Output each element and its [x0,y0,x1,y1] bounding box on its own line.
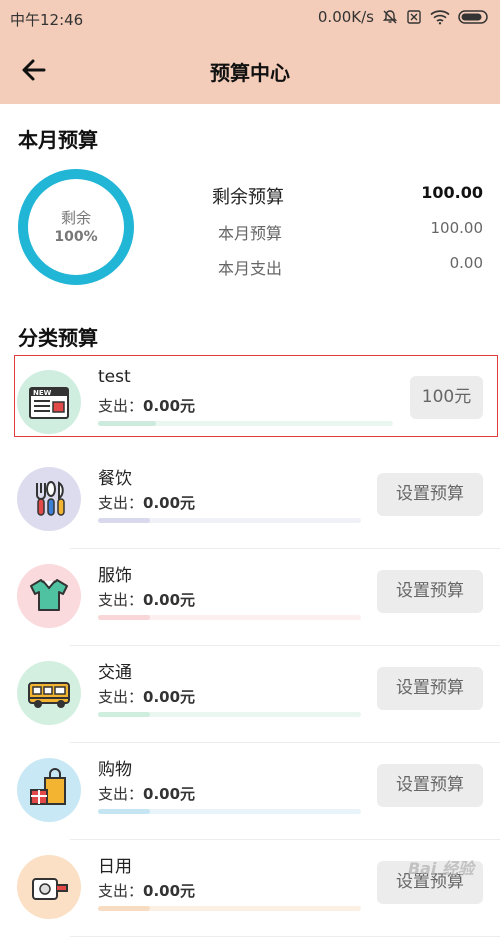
category-progress-track [98,809,361,814]
month-spent-label: 本月支出 [218,255,282,279]
status-bar: 中午12:46 0.00K/s [0,0,500,36]
category-budget-title: 分类预算 [18,322,98,351]
category-spent-label: 支出： [98,882,143,900]
remaining-budget-value: 100.00 [421,183,483,202]
category-row[interactable]: 服饰 支出：0.00元 设置预算 [0,549,500,646]
shopping-bag-icon [17,758,81,822]
category-spent: 支出：0.00元 [98,686,195,707]
set-budget-button[interactable]: 设置预算 [377,570,483,613]
category-spent-value: 0.00元 [143,882,195,900]
category-icon-circle [17,758,81,822]
category-progress-track [98,518,361,523]
cutlery-icon [17,467,81,531]
category-icon-circle [17,661,81,725]
nav-bar: 预算中心 [0,36,500,104]
category-spent: 支出：0.00元 [98,589,195,610]
remaining-budget-label: 剩余预算 [212,183,284,209]
set-budget-button[interactable]: 设置预算 [377,764,483,807]
category-spent-value: 0.00元 [143,591,195,609]
wifi-icon [430,9,450,25]
category-spent-label: 支出： [98,785,143,803]
category-name: 服饰 [98,561,132,586]
daily-goods-icon [17,855,81,919]
category-progress-fill [98,906,150,911]
set-budget-button[interactable]: 设置预算 [377,473,483,516]
month-budget-label: 本月预算 [218,220,282,244]
ring-label: 剩余 [17,207,135,228]
category-spent: 支出：0.00元 [98,880,195,901]
monthly-budget-title: 本月预算 [18,124,98,153]
category-name: 交通 [98,658,132,683]
category-progress-fill [98,615,150,620]
category-spent-label: 支出： [98,494,143,512]
mute-bell-icon [382,9,398,25]
selected-row-highlight [14,355,498,437]
category-progress-fill [98,518,150,523]
category-progress-track [98,712,361,717]
category-icon-circle [17,467,81,531]
status-time: 中午12:46 [10,9,83,30]
category-name: 购物 [98,755,132,780]
bus-icon [17,661,81,725]
battery-icon [458,9,490,25]
network-speed: 0.00K/s [318,8,374,26]
watermark: Bai 经验 [408,855,474,879]
category-row[interactable]: 购物 支出：0.00元 设置预算 [0,743,500,840]
category-progress-track [98,906,361,911]
category-progress-fill [98,809,150,814]
page-title: 预算中心 [0,57,500,86]
category-spent: 支出：0.00元 [98,492,195,513]
category-spent-value: 0.00元 [143,688,195,706]
month-budget-value: 100.00 [431,219,484,237]
category-progress-fill [98,712,150,717]
category-spent-label: 支出： [98,688,143,706]
sim-off-icon [406,9,422,25]
category-spent-value: 0.00元 [143,494,195,512]
set-budget-button[interactable]: 设置预算 [377,667,483,710]
category-spent-value: 0.00元 [143,785,195,803]
category-name: 餐饮 [98,464,132,489]
category-spent: 支出：0.00元 [98,783,195,804]
ring-percent: 100% [17,229,135,245]
category-row[interactable]: 餐饮 支出：0.00元 设置预算 [0,452,500,549]
category-icon-circle [17,564,81,628]
category-progress-track [98,615,361,620]
shirt-icon [17,564,81,628]
category-spent-label: 支出： [98,591,143,609]
app-header: 中午12:46 0.00K/s [0,0,500,104]
month-spent-value: 0.00 [450,254,483,272]
category-icon-circle [17,855,81,919]
category-row[interactable]: 交通 支出：0.00元 设置预算 [0,646,500,743]
category-name: 日用 [98,852,132,877]
